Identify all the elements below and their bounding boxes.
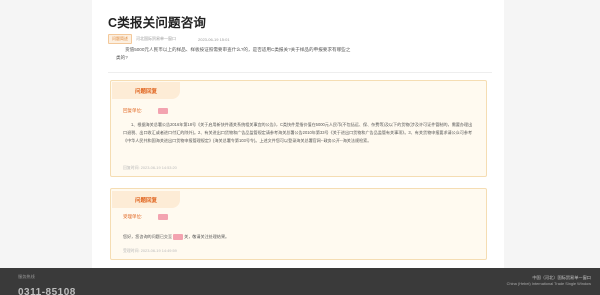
reply-unit-label: 回复单位: [123, 108, 143, 113]
redacted-customs [173, 234, 184, 241]
reply-text-b: 关，敬请关注处理结果。 [184, 234, 230, 239]
content-page: C类报关问题咨询 问题简述 河北国际贸易单一窗口 2023-06-19 15:0… [92, 0, 504, 268]
footer-brand: 中国（河北）国际贸易单一窗口 China (Hebei) Internation… [507, 275, 591, 287]
page-title: C类报关问题咨询 [108, 16, 207, 30]
reply-text-a: 您好，您咨询的问题已交至 [123, 234, 173, 239]
reply-pill: 问题回复 [112, 191, 180, 208]
question-text: 货值5000元人民币以上的样品、样板按证照需要审查什么?的，是否适用C类报关?关… [116, 47, 351, 61]
category-tag: 问题简述 [108, 34, 132, 44]
org-name: 河北国际贸易单一窗口 [136, 36, 176, 41]
reply-card: 问题回复 回复单位: 1、根据海关总署公告2016年第18号《关于启用新快件通关… [110, 80, 487, 177]
divider [108, 72, 492, 73]
redacted-unit [158, 108, 169, 114]
reply-unit-row: 受理单位: [123, 214, 169, 220]
reply-time: 回复时间: 2023-06-19 14:53:20 [123, 165, 177, 170]
reply-unit-row: 回复单位: [123, 108, 169, 114]
reply-pill: 问题回复 [112, 82, 180, 99]
reply-unit-label: 受理单位: [123, 214, 143, 219]
reply-text: 1、根据海关总署公告2016年第18号《关于启用新快件通关系统相关事宜的公告》，… [123, 122, 473, 144]
question-date: 2023-06-19 15:01 [198, 36, 230, 42]
reply-text: 您好，您咨询的问题已交至 关，敬请关注处理结果。 [123, 233, 476, 241]
hotline-label: 服务热线 [18, 274, 35, 279]
reply-card: 问题回复 受理单位: 您好，您咨询的问题已交至 关，敬请关注处理结果。 受理时间… [110, 188, 487, 260]
reply-time: 受理时间: 2023-06-19 14:49:59 [123, 248, 177, 253]
hotline-number[interactable]: 0311-85108 [18, 287, 76, 295]
brand-en: China (Hebei) International Trade Single… [506, 281, 591, 286]
footer: 服务热线 0311-85108 中国（河北）国际贸易单一窗口 China (He… [0, 268, 600, 295]
question-meta: 问题简述 河北国际贸易单一窗口 2023-06-19 15:01 [108, 34, 230, 44]
redacted-unit [158, 214, 169, 220]
